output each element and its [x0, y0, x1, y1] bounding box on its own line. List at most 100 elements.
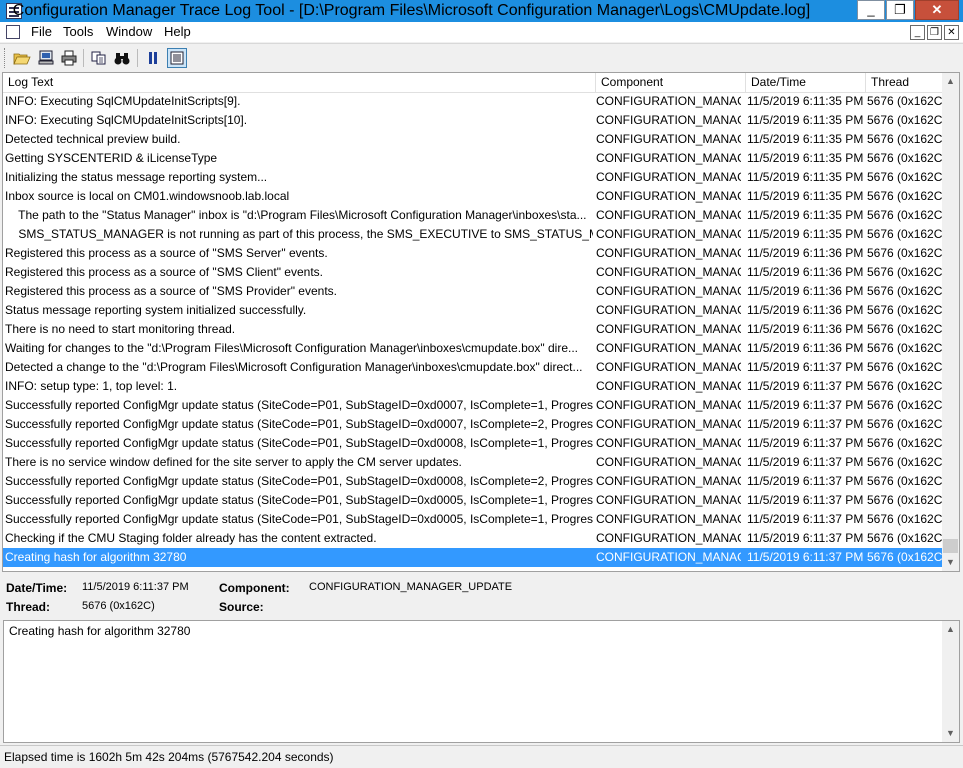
scroll-thumb[interactable] — [943, 539, 958, 553]
scroll-down-arrow-icon[interactable]: ▼ — [942, 554, 959, 571]
table-row[interactable]: INFO: Executing SqlCMUpdateInitScripts[1… — [3, 111, 945, 130]
component-cell: CONFIGURATION_MANAG — [596, 455, 741, 469]
table-row[interactable]: Waiting for changes to the "d:\Program F… — [3, 339, 945, 358]
datetime-label: Date/Time: — [6, 581, 68, 595]
table-row[interactable]: Getting SYSCENTERID & iLicenseType CONFIG… — [3, 149, 945, 168]
mdi-close-button[interactable]: ✕ — [944, 25, 959, 40]
column-header-log-text[interactable]: Log Text — [3, 73, 596, 92]
component-cell: CONFIGURATION_MANAG — [596, 493, 741, 507]
table-row[interactable]: Checking if the CMU Staging folder alrea… — [3, 529, 945, 548]
table-row[interactable]: Detected a change to the "d:\Program Fil… — [3, 358, 945, 377]
column-header-component[interactable]: Component — [596, 73, 746, 92]
toolbar-grip[interactable] — [4, 48, 8, 68]
log-text-cell: Successfully reported ConfigMgr update s… — [5, 417, 593, 431]
table-row[interactable]: Successfully reported ConfigMgr update s… — [3, 415, 945, 434]
scroll-down-arrow-icon[interactable]: ▼ — [942, 725, 959, 742]
menu-window[interactable]: Window — [106, 24, 152, 39]
title-bar[interactable]: Configuration Manager Trace Log Tool - [… — [0, 0, 963, 22]
table-row[interactable]: There is no service window defined for t… — [3, 453, 945, 472]
menu-help[interactable]: Help — [164, 24, 191, 39]
component-cell: CONFIGURATION_MANAG — [596, 284, 741, 298]
thread-cell: 5676 (0x162C) — [867, 246, 945, 260]
copy-icon[interactable] — [90, 49, 108, 67]
log-text-cell: SMS_STATUS_MANAGER is not running as par… — [5, 227, 593, 241]
datetime-cell: 11/5/2019 6:11:35 PM — [747, 113, 864, 127]
component-value: CONFIGURATION_MANAGER_UPDATE — [309, 581, 513, 593]
document-icon[interactable] — [6, 25, 20, 39]
datetime-value: 11/5/2019 6:11:37 PM — [82, 581, 189, 593]
table-row[interactable]: The path to the "Status Manager" inbox i… — [3, 206, 945, 225]
table-row[interactable]: Registered this process as a source of "… — [3, 263, 945, 282]
column-header-datetime[interactable]: Date/Time — [746, 73, 866, 92]
binoculars-icon[interactable] — [113, 49, 131, 67]
component-label: Component: — [219, 581, 290, 595]
table-row[interactable]: Inbox source is local on CM01.windowsnoo… — [3, 187, 945, 206]
details-panel: Date/Time: 11/5/2019 6:11:37 PM Componen… — [0, 575, 963, 620]
table-row[interactable]: Successfully reported ConfigMgr update s… — [3, 434, 945, 453]
table-row[interactable]: INFO: setup type: 1, top level: 1. CONFIG… — [3, 377, 945, 396]
table-row[interactable]: Successfully reported ConfigMgr update s… — [3, 472, 945, 491]
toolbar-separator — [137, 49, 138, 67]
datetime-cell: 11/5/2019 6:11:35 PM — [747, 132, 864, 146]
thread-cell: 5676 (0x162C) — [867, 322, 945, 336]
log-text-cell: INFO: setup type: 1, top level: 1. — [5, 379, 178, 393]
thread-cell: 5676 (0x162C) — [867, 436, 945, 450]
scroll-up-arrow-icon[interactable]: ▲ — [942, 621, 959, 638]
folder-open-icon[interactable] — [13, 49, 31, 67]
thread-cell: 5676 (0x162C) — [867, 417, 945, 431]
mdi-restore-button[interactable]: ❐ — [927, 25, 942, 40]
table-row[interactable]: Status message reporting system initiali… — [3, 301, 945, 320]
table-row[interactable]: Successfully reported ConfigMgr update s… — [3, 491, 945, 510]
log-grid[interactable]: Log Text Component Date/Time Thread INFO… — [2, 72, 960, 572]
table-row[interactable]: Creating hash for algorithm 32780 CONFIGU… — [3, 548, 945, 567]
highlight-icon[interactable] — [167, 48, 187, 68]
thread-cell: 5676 (0x162C) — [867, 455, 945, 469]
component-cell: CONFIGURATION_MANAG — [596, 227, 741, 241]
log-text-cell: Successfully reported ConfigMgr update s… — [5, 474, 593, 488]
log-text-cell: Successfully reported ConfigMgr update s… — [5, 436, 593, 450]
datetime-cell: 11/5/2019 6:11:35 PM — [747, 170, 864, 184]
close-button[interactable]: ✕ — [915, 0, 959, 20]
table-row[interactable]: Successfully reported ConfigMgr update s… — [3, 396, 945, 415]
datetime-cell: 11/5/2019 6:11:35 PM — [747, 208, 864, 222]
thread-cell: 5676 (0x162C) — [867, 512, 945, 526]
thread-cell: 5676 (0x162C) — [867, 474, 945, 488]
message-text-box[interactable]: Creating hash for algorithm 32780 ▲ ▼ — [3, 620, 960, 743]
scroll-up-arrow-icon[interactable]: ▲ — [942, 73, 959, 90]
table-row[interactable]: INFO: Executing SqlCMUpdateInitScripts[9… — [3, 92, 945, 111]
status-bar: Elapsed time is 1602h 5m 42s 204ms (5767… — [0, 745, 963, 768]
datetime-cell: 11/5/2019 6:11:37 PM — [747, 436, 864, 450]
table-row[interactable]: Registered this process as a source of "… — [3, 282, 945, 301]
log-text-cell: Checking if the CMU Staging folder alrea… — [5, 531, 377, 545]
grid-vertical-scrollbar[interactable]: ▲ ▼ — [942, 73, 959, 571]
printer-icon[interactable] — [60, 49, 78, 67]
table-row[interactable]: Initializing the status message reportin… — [3, 168, 945, 187]
datetime-cell: 11/5/2019 6:11:37 PM — [747, 531, 864, 545]
datetime-cell: 11/5/2019 6:11:37 PM — [747, 379, 864, 393]
component-cell: CONFIGURATION_MANAG — [596, 151, 741, 165]
thread-label: Thread: — [6, 600, 51, 614]
table-row[interactable]: SMS_STATUS_MANAGER is not running as par… — [3, 225, 945, 244]
menu-tools[interactable]: Tools — [63, 24, 93, 39]
datetime-cell: 11/5/2019 6:11:36 PM — [747, 341, 864, 355]
table-row[interactable]: There is no need to start monitoring thr… — [3, 320, 945, 339]
table-row[interactable]: Detected technical preview build. CONFIGU… — [3, 130, 945, 149]
thread-cell: 5676 (0x162C) — [867, 189, 945, 203]
computer-icon[interactable] — [37, 49, 55, 67]
menu-file[interactable]: File — [31, 24, 52, 39]
message-vertical-scrollbar[interactable]: ▲ ▼ — [942, 621, 959, 742]
log-text-cell: Successfully reported ConfigMgr update s… — [5, 512, 593, 526]
pause-icon[interactable] — [144, 49, 162, 67]
component-cell: CONFIGURATION_MANAG — [596, 398, 741, 412]
window-title: Configuration Manager Trace Log Tool - [… — [12, 2, 811, 19]
component-cell: CONFIGURATION_MANAG — [596, 189, 741, 203]
thread-cell: 5676 (0x162C) — [867, 398, 945, 412]
mdi-minimize-button[interactable]: _ — [910, 25, 925, 40]
table-row[interactable]: Successfully reported ConfigMgr update s… — [3, 510, 945, 529]
log-text-cell: INFO: Executing SqlCMUpdateInitScripts[9… — [5, 94, 241, 108]
maximize-button[interactable]: ❐ — [886, 0, 914, 20]
column-header-thread[interactable]: Thread — [866, 73, 944, 92]
minimize-button[interactable]: _ — [857, 0, 885, 20]
log-text-cell: Successfully reported ConfigMgr update s… — [5, 398, 593, 412]
table-row[interactable]: Registered this process as a source of "… — [3, 244, 945, 263]
